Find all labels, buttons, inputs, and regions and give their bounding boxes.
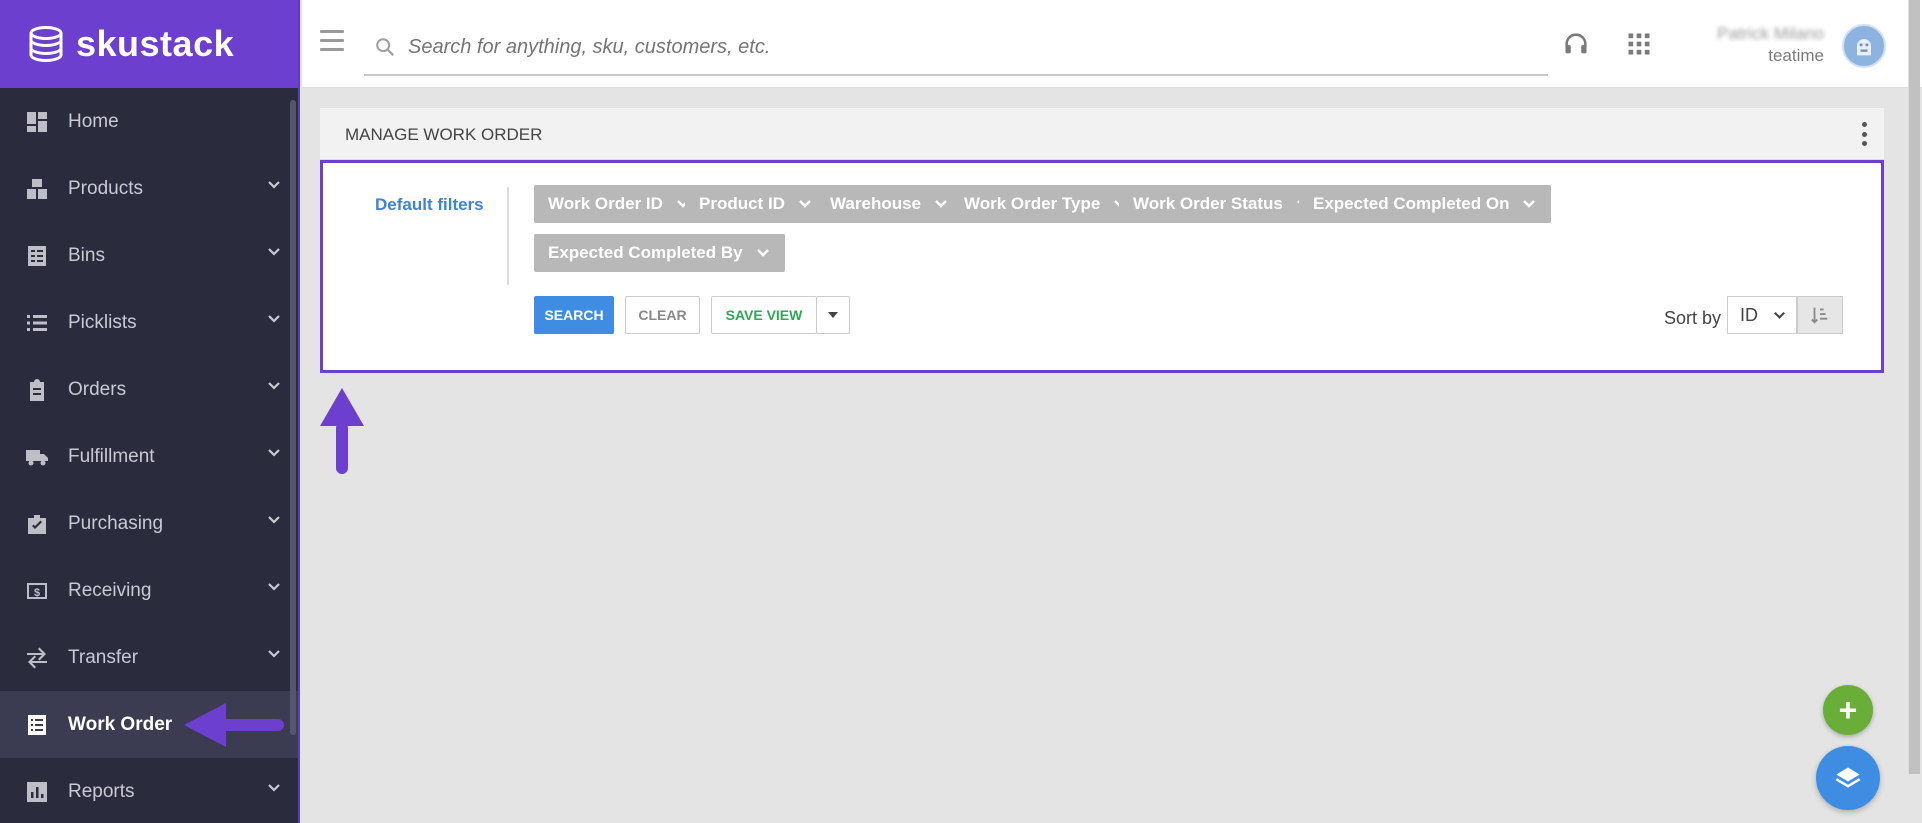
search-icon (376, 38, 395, 57)
brand-name: skustack (76, 23, 235, 64)
svg-text:$: $ (34, 587, 40, 599)
menu-icon[interactable] (320, 30, 344, 54)
filter-chip-label: Work Order ID (548, 194, 663, 213)
sidebar-item-receiving[interactable]: $ Receiving (0, 557, 298, 624)
sidebar-scrollbar[interactable] (290, 100, 296, 735)
dashboard-icon (24, 109, 50, 135)
filter-chip-expected-completed-on[interactable]: Expected Completed On (1299, 185, 1552, 223)
sidebar-item-label: Reports (68, 780, 135, 802)
sidebar-item-reports[interactable]: Reports (0, 758, 298, 823)
clear-button[interactable]: CLEAR (625, 296, 700, 334)
top-bar: Patrick Milano teatime (302, 0, 1922, 88)
sidebar-item-label: Transfer (68, 646, 139, 668)
chevron-down-icon (1523, 200, 1536, 208)
work-order-icon (24, 712, 50, 738)
sort-ascending-icon (1811, 307, 1828, 324)
sort-direction-button[interactable] (1797, 296, 1843, 334)
sidebar-item-home[interactable]: Home (0, 88, 298, 155)
chevron-down-icon (266, 177, 282, 193)
chevron-down-icon (756, 249, 769, 257)
filter-chip-label: Product ID (699, 194, 785, 213)
sidebar-item-label: Fulfillment (68, 445, 155, 467)
chevron-down-icon (266, 445, 282, 461)
chevron-down-icon (1774, 311, 1785, 319)
filter-chip-label: Work Order Type (964, 194, 1101, 213)
sidebar-item-transfer[interactable]: Transfer (0, 624, 298, 691)
default-filters-link[interactable]: Default filters (375, 195, 484, 215)
dollar-box-icon: $ (24, 578, 50, 604)
sort-by-label: Sort by (1663, 308, 1721, 328)
save-view-dropdown-button[interactable] (816, 296, 850, 334)
filter-chip-work-order-type[interactable]: Work Order Type (950, 185, 1143, 223)
filter-chip-warehouse[interactable]: Warehouse (816, 185, 964, 223)
filter-chip-label: Work Order Status (1133, 194, 1283, 213)
search-input[interactable] (408, 35, 1508, 59)
bins-icon (24, 243, 50, 269)
sidebar-item-label: Orders (68, 378, 127, 400)
chevron-down-icon (266, 512, 282, 528)
global-search (364, 20, 1548, 76)
apps-grid-icon[interactable] (1625, 30, 1653, 58)
add-button[interactable]: + (1823, 685, 1873, 735)
filter-chip-work-order-status[interactable]: Work Order Status (1119, 185, 1325, 223)
filter-chip-product-id[interactable]: Product ID (685, 185, 827, 223)
layers-button[interactable] (1816, 746, 1880, 810)
filter-panel: Default filters Work Order ID Product ID… (320, 160, 1884, 373)
page-title: MANAGE WORK ORDER (345, 125, 543, 144)
annotation-arrow-left-icon (184, 703, 284, 747)
chevron-down-icon (266, 780, 282, 796)
sidebar-item-label: Products (68, 177, 143, 199)
more-options-icon[interactable] (1860, 122, 1868, 146)
sidebar-item-bins[interactable]: Bins (0, 222, 298, 289)
sidebar-item-label: Receiving (68, 579, 152, 601)
sidebar-item-label: Picklists (68, 311, 137, 333)
plus-icon: + (1838, 692, 1858, 728)
filter-chip-expected-completed-by[interactable]: Expected Completed By (534, 234, 785, 272)
list-icon (24, 310, 50, 336)
sidebar-item-label: Work Order (68, 713, 173, 735)
chevron-down-icon (266, 579, 282, 595)
filter-chip-label: Expected Completed By (548, 243, 743, 262)
sidebar-item-purchasing[interactable]: Purchasing (0, 490, 298, 557)
skustack-logo-icon (29, 26, 63, 63)
sidebar-item-orders[interactable]: Orders (0, 356, 298, 423)
chevron-down-icon (266, 646, 282, 662)
chevron-down-icon (266, 378, 282, 394)
filter-chip-work-order-id[interactable]: Work Order ID (534, 185, 705, 223)
panel-header: MANAGE WORK ORDER (320, 108, 1884, 160)
sort-by-value: ID (1740, 304, 1758, 325)
divider (507, 187, 509, 285)
headset-icon[interactable] (1562, 30, 1590, 58)
swap-icon (24, 645, 50, 671)
user-name[interactable]: Patrick Milano (1717, 24, 1824, 44)
caret-down-icon (828, 312, 838, 318)
truck-icon (24, 444, 50, 470)
chevron-down-icon (266, 244, 282, 260)
logo-bar[interactable]: skustack (0, 0, 298, 88)
chevron-down-icon (799, 200, 811, 208)
sidebar-item-label: Bins (68, 244, 105, 266)
chart-icon (24, 779, 50, 805)
page-scrollbar[interactable] (1908, 0, 1920, 774)
chevron-down-icon (266, 311, 282, 327)
sidebar-item-fulfillment[interactable]: Fulfillment (0, 423, 298, 490)
layers-icon (1835, 767, 1861, 788)
clipboard-icon (24, 377, 50, 403)
sidebar-item-label: Home (68, 110, 119, 132)
clipboard-check-icon (24, 511, 50, 537)
products-icon (24, 176, 50, 202)
search-button[interactable]: SEARCH (534, 296, 614, 334)
sidebar-item-label: Purchasing (68, 512, 164, 534)
user-account[interactable]: teatime (1768, 46, 1824, 66)
sort-by-select[interactable]: ID (1727, 296, 1797, 334)
chevron-down-icon (935, 200, 947, 208)
filter-chip-label: Warehouse (830, 194, 922, 213)
sidebar-item-picklists[interactable]: Picklists (0, 289, 298, 356)
filter-chip-label: Expected Completed On (1313, 194, 1510, 213)
avatar-icon[interactable] (1842, 24, 1886, 68)
sidebar-item-products[interactable]: Products (0, 155, 298, 222)
annotation-arrow-up-icon (320, 388, 364, 474)
save-view-button[interactable]: SAVE VIEW (711, 296, 817, 334)
